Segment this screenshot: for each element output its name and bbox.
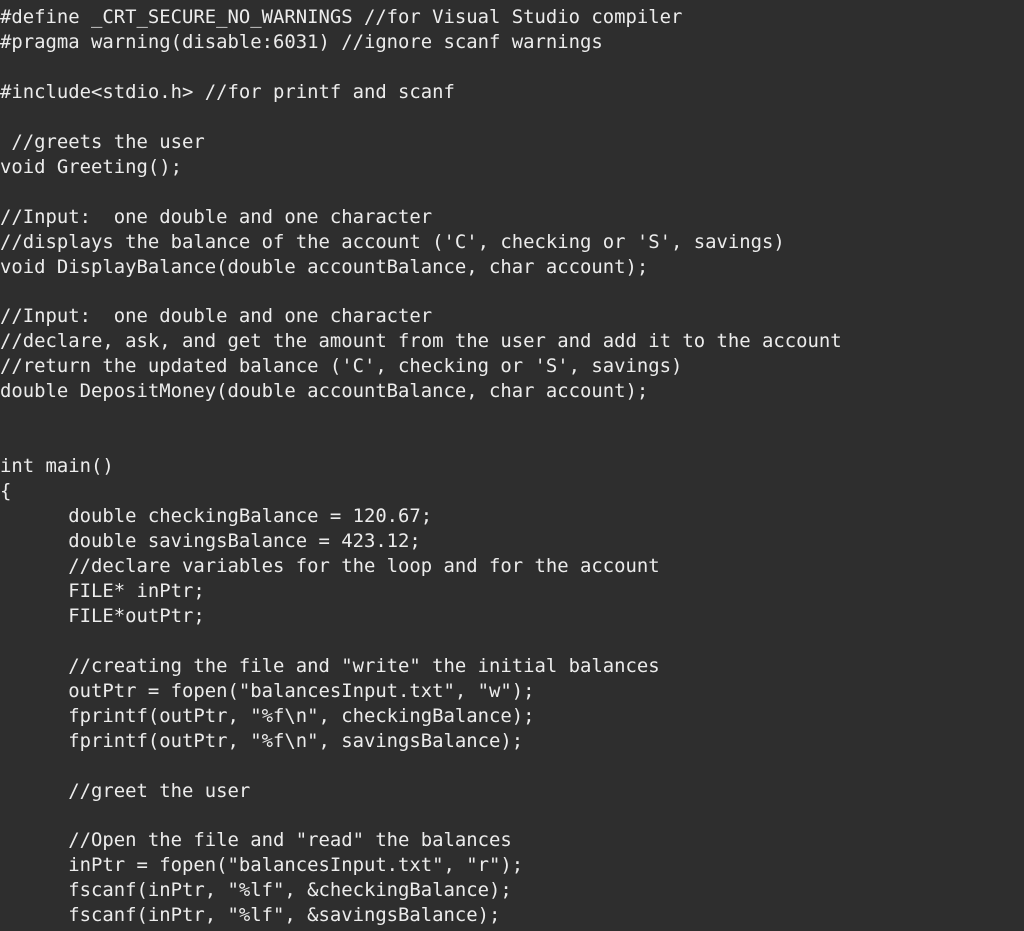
code-text-area[interactable]: #define _CRT_SECURE_NO_WARNINGS //for Vi… xyxy=(0,0,1024,928)
code-editor[interactable]: #define _CRT_SECURE_NO_WARNINGS //for Vi… xyxy=(0,0,1024,931)
